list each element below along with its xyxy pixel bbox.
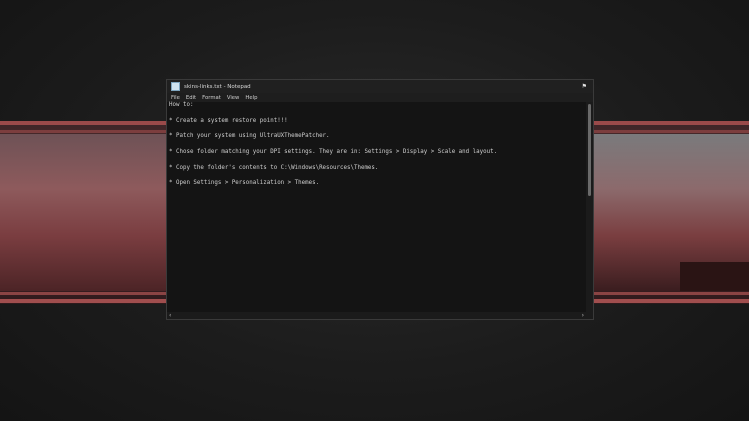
wallpaper-ground [680,262,749,291]
window-title: skins-links.txt - Notepad [184,83,251,90]
menu-view[interactable]: View [227,95,240,101]
menu-format[interactable]: Format [202,95,221,101]
text-line: * Patch your system using UltraUXThemePa… [169,133,330,139]
text-editor[interactable]: How to: * Create a system restore point!… [167,102,586,312]
text-line: * Open Settings > Personalization > Them… [169,180,320,186]
pin-icon[interactable]: ⚑ [582,83,587,90]
menu-edit[interactable]: Edit [186,95,196,101]
notepad-icon [171,82,180,91]
menu-bar: File Edit Format View Help [167,93,593,102]
text-line: How to: [169,102,194,108]
scroll-thumb[interactable] [588,104,591,196]
resize-grip[interactable] [586,312,593,319]
text-line: * Copy the folder's contents to C:\Windo… [169,165,379,171]
text-line: * Chose folder matching your DPI setting… [169,149,498,155]
text-line: * Create a system restore point!!! [169,118,288,124]
menu-file[interactable]: File [171,95,180,101]
scroll-left-icon[interactable]: ‹ [169,312,171,319]
scroll-right-icon[interactable]: › [582,312,584,319]
vertical-scrollbar[interactable] [586,102,593,312]
wallpaper-sky-left [0,134,166,291]
title-bar[interactable]: skins-links.txt - Notepad ⚑ [167,80,593,93]
menu-help[interactable]: Help [245,95,257,101]
horizontal-scrollbar[interactable]: ‹ › [167,312,586,319]
notepad-window: skins-links.txt - Notepad ⚑ File Edit Fo… [166,79,594,320]
